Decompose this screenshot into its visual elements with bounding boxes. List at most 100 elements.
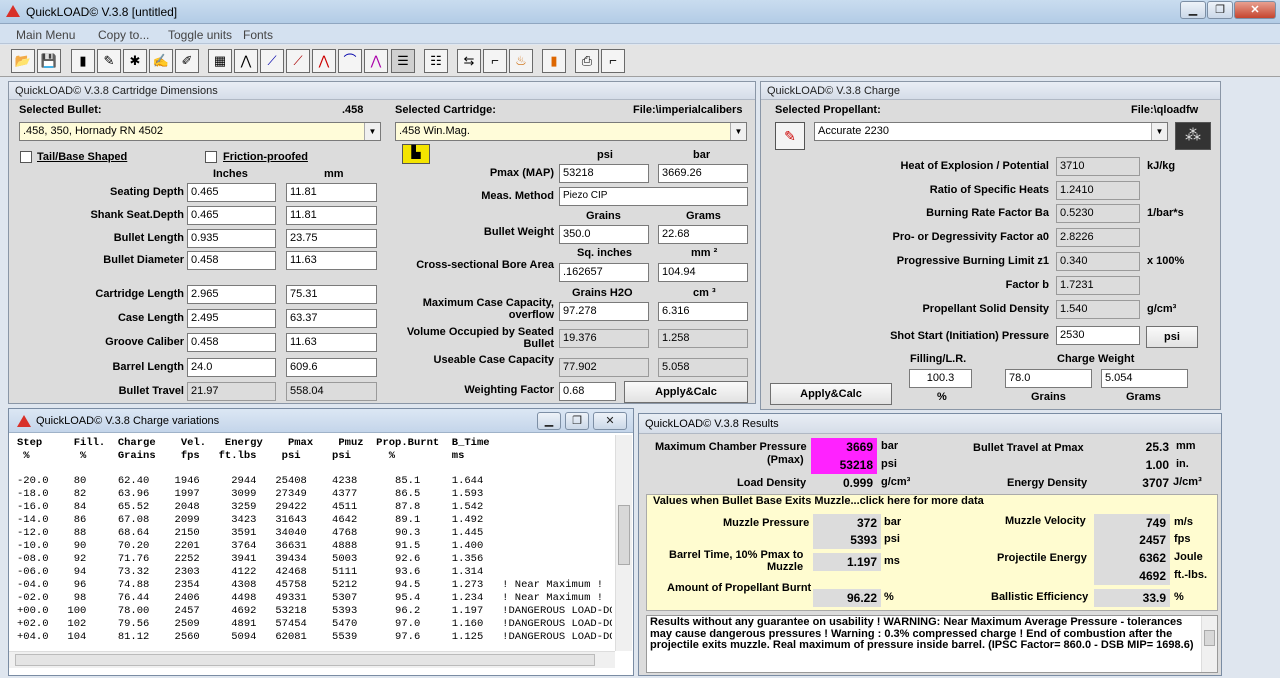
charge-grams-field[interactable]: 5.054 [1101,369,1188,388]
chevron-down-icon[interactable]: ▼ [364,123,380,140]
case-capacity-cm3-field[interactable]: 6.316 [658,302,748,321]
bore-area-in-field[interactable]: .162657 [559,263,649,282]
dim-row-mm-field[interactable]: 75.31 [286,285,377,304]
load-density-value: 0.999 [811,474,877,492]
selected-cartridge-label: Selected Cartridge: [395,104,496,116]
menu-main[interactable]: Main Menu [16,28,75,42]
rifle-icon[interactable]: ⌐ [483,49,507,73]
propellant-edit-icon[interactable]: ✎ [775,122,805,150]
bullet-edit-icon[interactable]: ✎ [97,49,121,73]
print-icon[interactable]: ⎙ [575,49,599,73]
pmax-label: Pmax (MAP) [489,167,554,179]
dim-row-mm-field[interactable]: 11.81 [286,183,377,202]
friction-proofed-checkbox[interactable] [205,151,217,163]
barrel-time-label-2: Muzzle [767,561,804,573]
dim-row-mm-field[interactable]: 609.6 [286,358,377,377]
chart-velocity-icon[interactable]: ⟋ [260,49,284,73]
dim-row-inches-field[interactable]: 2.965 [187,285,276,304]
shot-start-unit-button[interactable]: psi [1146,326,1198,348]
scrollbar-thumb[interactable] [15,654,595,666]
projectile-energy-joule: 6362 [1094,549,1170,567]
scrollbar-thumb[interactable] [1204,630,1215,646]
dim-row-inches-field[interactable]: 0.465 [187,206,276,225]
meas-method-field[interactable]: Piezo CIP [559,187,748,206]
selected-propellant-label: Selected Propellant: [775,104,881,116]
variation-row: +04.0 104 81.12 2560 5094 62081 5539 97.… [17,631,612,643]
cartridge-edit-icon[interactable]: ✍ [149,49,173,73]
chevron-down-icon[interactable]: ▼ [730,123,746,140]
horizontal-scrollbar[interactable] [9,651,615,668]
charge-row-value: 3710 [1056,157,1140,176]
dim-row-inches-field[interactable]: 0.935 [187,229,276,248]
dim-row-mm-field[interactable]: 11.63 [286,333,377,352]
dim-row-inches-field[interactable]: 0.458 [187,333,276,352]
maximize-button[interactable]: ❐ [1207,1,1233,19]
jcm3-unit: J/cm³ [1173,476,1202,488]
dim-row-mm-field[interactable]: 11.63 [286,251,377,270]
pmax-psi-field[interactable]: 53218 [559,164,649,183]
transfer-icon[interactable]: ⇆ [457,49,481,73]
psi-header: psi [597,149,613,161]
gun-icon[interactable]: ⌐ [601,49,625,73]
muzzle-values-link[interactable]: Values when Bullet Base Exits Muzzle...c… [653,495,984,507]
cartridge-select[interactable]: .458 Win.Mag. ▼ [395,122,747,141]
vertical-scrollbar[interactable] [615,435,632,651]
charge-apply-calc-button[interactable]: Apply&Calc [770,383,892,405]
list-icon[interactable]: ☷ [424,49,448,73]
bore-area-mm-field[interactable]: 104.94 [658,263,748,282]
dim-row-inches-field[interactable]: 0.458 [187,251,276,270]
charge-grains-field[interactable]: 78.0 [1005,369,1092,388]
save-icon[interactable]: 💾 [37,49,61,73]
close-button[interactable]: ✕ [593,412,627,430]
sq-inches-header: Sq. inches [577,247,633,259]
menu-toggle-units[interactable]: Toggle units [168,28,232,42]
chart-energy-icon[interactable]: ⟋ [286,49,310,73]
dim-row-mm-field[interactable]: 63.37 [286,309,377,328]
dim-row-inches-field[interactable]: 2.495 [187,309,276,328]
bullet-select[interactable]: .458, 350, Hornady RN 4502 ▼ [19,122,381,141]
dim-row-label: Case Length [117,312,184,324]
pmax-bar-field[interactable]: 3669.26 [658,164,748,183]
chart-burn-icon[interactable]: ⋀ [312,49,336,73]
apply-calc-button[interactable]: Apply&Calc [624,381,748,403]
cartridge-edit-icon[interactable]: ▙ [402,144,430,164]
bullet-weight-grams-field[interactable]: 22.68 [658,225,748,244]
powder-icon[interactable]: ♨ [509,49,533,73]
menu-copy[interactable]: Copy to... [98,28,149,42]
minimize-button[interactable]: ▁ [1180,1,1206,19]
chart-pressure-icon[interactable]: ⋀ [234,49,258,73]
dim-row-inches-field[interactable]: 0.465 [187,183,276,202]
open-icon[interactable]: 📂 [11,49,35,73]
shot-start-field[interactable]: 2530 [1056,326,1140,345]
cartridge-value: .458 Win.Mag. [399,125,470,137]
bullet-weight-grains-field[interactable]: 350.0 [559,225,649,244]
chart-compare-icon[interactable]: ⋀ [364,49,388,73]
propellant-select[interactable]: Accurate 2230 ▼ [814,122,1168,141]
muzzle-values-group[interactable]: Values when Bullet Base Exits Muzzle...c… [646,494,1218,611]
chart-curve-icon[interactable]: ⌒ [338,49,362,73]
filling-field[interactable]: 100.3 [909,369,972,388]
tail-base-checkbox[interactable] [20,151,32,163]
weighting-factor-field[interactable]: 0.68 [559,382,616,401]
close-button[interactable]: ✕ [1234,1,1276,19]
max-chamber-pressure-label: Maximum Chamber Pressure [655,441,807,453]
case-capacity-grains-field[interactable]: 97.278 [559,302,649,321]
dim-row-mm-field[interactable]: 11.81 [286,206,377,225]
dim-row-mm-field[interactable]: 23.75 [286,229,377,248]
app-icon [17,415,31,427]
bar-chart-icon[interactable]: ▮ [542,49,566,73]
minimize-button[interactable]: ▁ [537,412,561,430]
dim-row-label: Bullet Length [113,232,184,244]
scrollbar-thumb[interactable] [618,505,630,565]
cartridge-db-icon[interactable]: ✱ [123,49,147,73]
list-add-icon[interactable]: ☰ [391,49,415,73]
maximize-button[interactable]: ❐ [565,412,589,430]
menu-fonts[interactable]: Fonts [243,28,273,42]
chevron-down-icon[interactable]: ▼ [1151,123,1167,140]
dim-row-inches-field[interactable]: 24.0 [187,358,276,377]
powder-grains-icon[interactable]: ⁂ [1175,122,1211,150]
cartridge-edit-icon[interactable]: ✐ [175,49,199,73]
bullet-db-icon[interactable]: ▮ [71,49,95,73]
table-icon[interactable]: ▦ [208,49,232,73]
notes-scrollbar[interactable] [1201,616,1217,672]
